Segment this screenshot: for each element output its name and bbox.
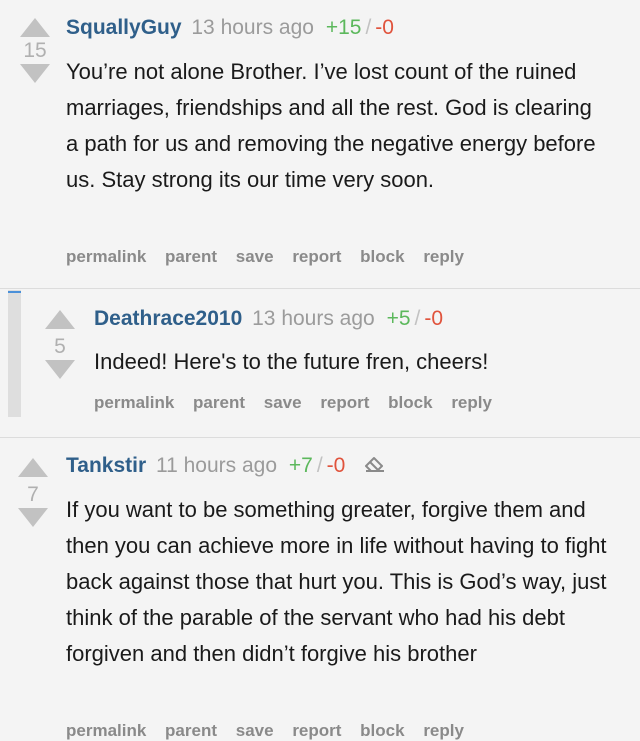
comment-score: 5 [54, 335, 66, 358]
eraser-icon[interactable] [363, 453, 387, 479]
comment-timestamp: 13 hours ago [191, 16, 314, 39]
upvote-count: +15 [325, 16, 362, 39]
vote-separator: / [316, 454, 323, 477]
comment-author[interactable]: Deathrace2010 [94, 307, 242, 330]
downvote-count: -0 [375, 16, 394, 39]
comment-author[interactable]: SquallyGuy [66, 16, 182, 39]
comment-body: If you want to be something greater, for… [66, 497, 607, 666]
comment-author[interactable]: Tankstir [66, 454, 146, 477]
downvote-arrow-icon[interactable] [20, 64, 50, 83]
save-link[interactable]: save [264, 393, 302, 412]
parent-link[interactable]: parent [165, 247, 217, 266]
downvote-arrow-icon[interactable] [18, 508, 48, 527]
save-link[interactable]: save [236, 721, 274, 740]
comment-timestamp: 11 hours ago [155, 454, 278, 477]
comment: 5 Deathrace2010 13 hours ago +5/-0 Indee… [0, 290, 640, 438]
reply-link[interactable]: reply [423, 247, 464, 266]
report-link[interactable]: report [292, 247, 341, 266]
report-link[interactable]: report [320, 393, 369, 412]
reply-link[interactable]: reply [451, 393, 492, 412]
downvote-arrow-icon[interactable] [45, 360, 75, 379]
upvote-count: +7 [288, 454, 313, 477]
comment-header: Tankstir 11 hours ago +7/-0 [66, 453, 387, 479]
vote-column: 7 [18, 458, 48, 527]
upvote-arrow-icon[interactable] [18, 458, 48, 477]
reply-link[interactable]: reply [423, 721, 464, 740]
comment: 7 Tankstir 11 hours ago +7/-0 If you wan… [0, 438, 640, 741]
parent-link[interactable]: parent [165, 721, 217, 740]
block-link[interactable]: block [360, 721, 404, 740]
report-link[interactable]: report [292, 721, 341, 740]
upvote-arrow-icon[interactable] [20, 18, 50, 37]
permalink-link[interactable]: permalink [66, 721, 146, 740]
comment-body: Indeed! Here's to the future fren, cheer… [94, 349, 489, 374]
vote-separator: / [365, 16, 372, 39]
comment-header: Deathrace2010 13 hours ago +5/-0 [94, 306, 443, 332]
parent-link[interactable]: parent [193, 393, 245, 412]
comment-actions: permalink parent save report block reply [66, 721, 478, 741]
comment-body: You’re not alone Brother. I’ve lost coun… [66, 59, 596, 192]
comment-divider [0, 288, 640, 289]
comment-timestamp: 13 hours ago [252, 307, 375, 330]
upvote-count: +5 [386, 307, 411, 330]
comment: 15 SquallyGuy 13 hours ago +15/-0 You’re… [0, 0, 640, 290]
save-link[interactable]: save [236, 247, 274, 266]
comment-score: 7 [27, 483, 39, 506]
block-link[interactable]: block [388, 393, 432, 412]
block-link[interactable]: block [360, 247, 404, 266]
permalink-link[interactable]: permalink [66, 247, 146, 266]
upvote-arrow-icon[interactable] [45, 310, 75, 329]
comment-actions: permalink parent save report block reply [94, 393, 506, 413]
vote-column: 15 [20, 18, 50, 83]
comment-actions: permalink parent save report block reply [66, 247, 478, 267]
comment-score: 15 [23, 39, 47, 62]
vote-separator: / [414, 307, 421, 330]
vote-column: 5 [45, 310, 75, 379]
permalink-link[interactable]: permalink [94, 393, 174, 412]
comment-header: SquallyGuy 13 hours ago +15/-0 [66, 15, 394, 41]
downvote-count: -0 [326, 454, 346, 477]
downvote-count: -0 [424, 307, 444, 330]
